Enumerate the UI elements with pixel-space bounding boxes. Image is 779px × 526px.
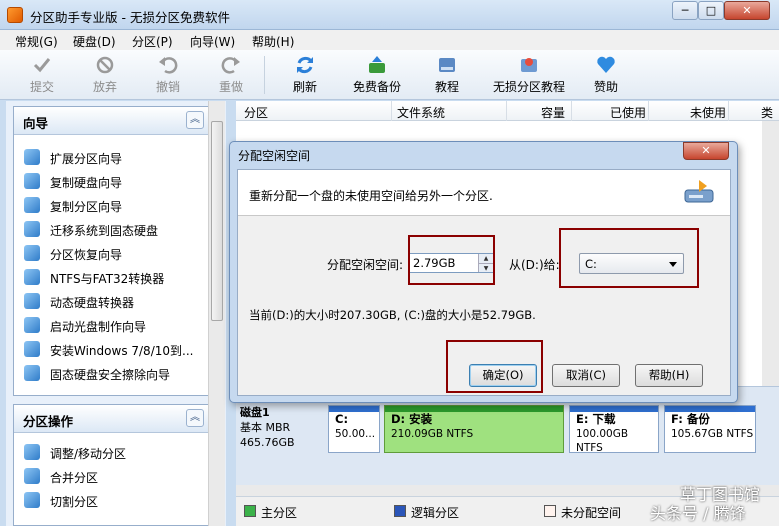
from-label: 从(D:)给: (509, 258, 560, 272)
highlight-size-field (408, 235, 495, 285)
wizard-item-icon (24, 173, 40, 189)
column-header: 分区 文件系统 容量 已使用 未使用 类 (236, 101, 779, 121)
wizard-panel: 向导 ︽ 扩展分区向导 复制硬盘向导 复制分区向导 迁移系统到固态硬盘 分区恢复… (13, 106, 209, 396)
discard-button[interactable]: 放弃 (77, 52, 133, 98)
undo-button[interactable]: 撤销 (140, 52, 196, 98)
col-filesystem[interactable]: 文件系统 (397, 104, 445, 121)
logical-swatch (394, 505, 406, 517)
title-bar: 分区助手专业版 - 无损分区免费软件 ─ □ ✕ (0, 0, 779, 30)
wizard-panel-title: 向导 (23, 116, 49, 131)
close-button[interactable]: ✕ (724, 1, 770, 20)
legend-primary: 主分区 (261, 506, 298, 520)
allocate-disk-icon (684, 180, 714, 203)
wizard-item-icon (24, 365, 40, 381)
right-scrollbar[interactable] (762, 121, 779, 386)
dialog-description: 重新分配一个盘的未使用空间给另外一个分区. (249, 189, 493, 203)
partition-block-f[interactable]: F: 备份 105.67GB NTFS (664, 405, 756, 453)
toolbar-separator (264, 56, 265, 94)
highlight-ok-button (446, 340, 543, 393)
wizard-item-icon (24, 245, 40, 261)
left-scrollbar[interactable] (208, 101, 225, 526)
refresh-button[interactable]: 刷新 (277, 52, 333, 98)
wizard-item-icon (24, 197, 40, 213)
check-icon (33, 58, 51, 73)
dialog-title: 分配空闲空间 (238, 149, 311, 163)
dialog-close-button[interactable]: ✕ (683, 142, 729, 160)
partition-block-e[interactable]: E: 下载 100.00GB NTFS (569, 405, 659, 454)
split-icon (24, 492, 40, 508)
wizard-item-icon (24, 293, 40, 309)
col-type[interactable]: 类 (761, 104, 773, 121)
help-button[interactable]: 帮助(H) (635, 364, 703, 387)
left-panel: 向导 ︽ 扩展分区向导 复制硬盘向导 复制分区向导 迁移系统到固态硬盘 分区恢复… (6, 101, 226, 526)
toolbar: 提交 放弃 撤销 重做 刷新 免费备份 教程 无损分区教程 赞助 (0, 50, 779, 100)
col-free[interactable]: 未使用 (690, 104, 726, 121)
merge-icon (24, 468, 40, 484)
disk-size: 465.76GB (240, 436, 295, 449)
legend-logical: 逻辑分区 (411, 506, 460, 520)
menu-help[interactable]: 帮助(H) (252, 33, 294, 50)
partition-block-c[interactable]: C: 50.00... (328, 405, 380, 453)
menu-bar: 常规(G) 硬盘(D) 分区(P) 向导(W) 帮助(H) (0, 30, 779, 50)
refresh-icon (297, 56, 313, 74)
tutorial-button[interactable]: 教程 (419, 52, 475, 98)
minimize-button[interactable]: ─ (672, 1, 698, 20)
watermark: 头条号 / 腾锋 (650, 504, 746, 523)
col-used[interactable]: 已使用 (610, 104, 646, 121)
menu-partition[interactable]: 分区(P) (132, 33, 173, 50)
scrollbar-thumb[interactable] (211, 121, 223, 321)
menu-disk[interactable]: 硬盘(D) (73, 33, 116, 50)
wizard-item-icon (24, 149, 40, 165)
menu-wizard[interactable]: 向导(W) (190, 33, 235, 50)
primary-swatch (244, 505, 256, 517)
partition-ops-header: 分区操作 ︽ (14, 405, 208, 433)
redo-button[interactable]: 重做 (203, 52, 259, 98)
cancel-button[interactable]: 取消(C) (552, 364, 620, 387)
disk-info[interactable]: 磁盘1 基本 MBR 465.76GB (240, 405, 320, 453)
disk-type: 基本 MBR (240, 421, 291, 434)
highlight-target-field (559, 228, 699, 288)
window-title: 分区助手专业版 - 无损分区免费软件 (30, 10, 230, 25)
redo-icon (221, 57, 240, 74)
wizard-item-icon (24, 341, 40, 357)
col-capacity[interactable]: 容量 (541, 104, 565, 121)
collapse-icon[interactable]: ︽ (186, 409, 204, 427)
dialog-header: 重新分配一个盘的未使用空间给另外一个分区. (238, 170, 730, 216)
wizard-item-icon (24, 269, 40, 285)
backup-icon (369, 56, 385, 73)
discard-icon (96, 56, 114, 74)
partition-ops-panel: 分区操作 ︽ 调整/移动分区 合并分区 切割分区 (13, 404, 209, 526)
wizard-panel-header: 向导 ︽ (14, 107, 208, 135)
partition-tutorial-icon (521, 58, 537, 72)
size-label: 分配空闲空间: (327, 258, 404, 272)
unallocated-swatch (544, 505, 556, 517)
partition-block-d[interactable]: D: 安装 210.09GB NTFS (384, 405, 564, 453)
resize-icon (24, 444, 40, 460)
disk-name: 磁盘1 (240, 406, 270, 419)
collapse-icon[interactable]: ︽ (186, 111, 204, 129)
wizard-item-icon (24, 221, 40, 237)
disk-icon (439, 58, 455, 72)
partition-ops-title: 分区操作 (23, 414, 74, 429)
wizard-item-icon (24, 317, 40, 333)
col-partition[interactable]: 分区 (244, 104, 268, 121)
commit-button[interactable]: 提交 (14, 52, 70, 98)
maximize-button[interactable]: □ (698, 1, 724, 20)
backup-button[interactable]: 免费备份 (348, 52, 406, 98)
undo-icon (159, 57, 178, 74)
legend-unallocated: 未分配空间 (561, 506, 622, 520)
app-icon (7, 7, 23, 23)
menu-general[interactable]: 常规(G) (15, 33, 58, 50)
donate-button[interactable]: 赞助 (578, 52, 634, 98)
size-info-text: 当前(D:)的大小时207.30GB, (C:)盘的大小是52.79GB. (249, 308, 536, 322)
heart-icon (597, 56, 615, 73)
lossless-tutorial-button[interactable]: 无损分区教程 (487, 52, 571, 98)
